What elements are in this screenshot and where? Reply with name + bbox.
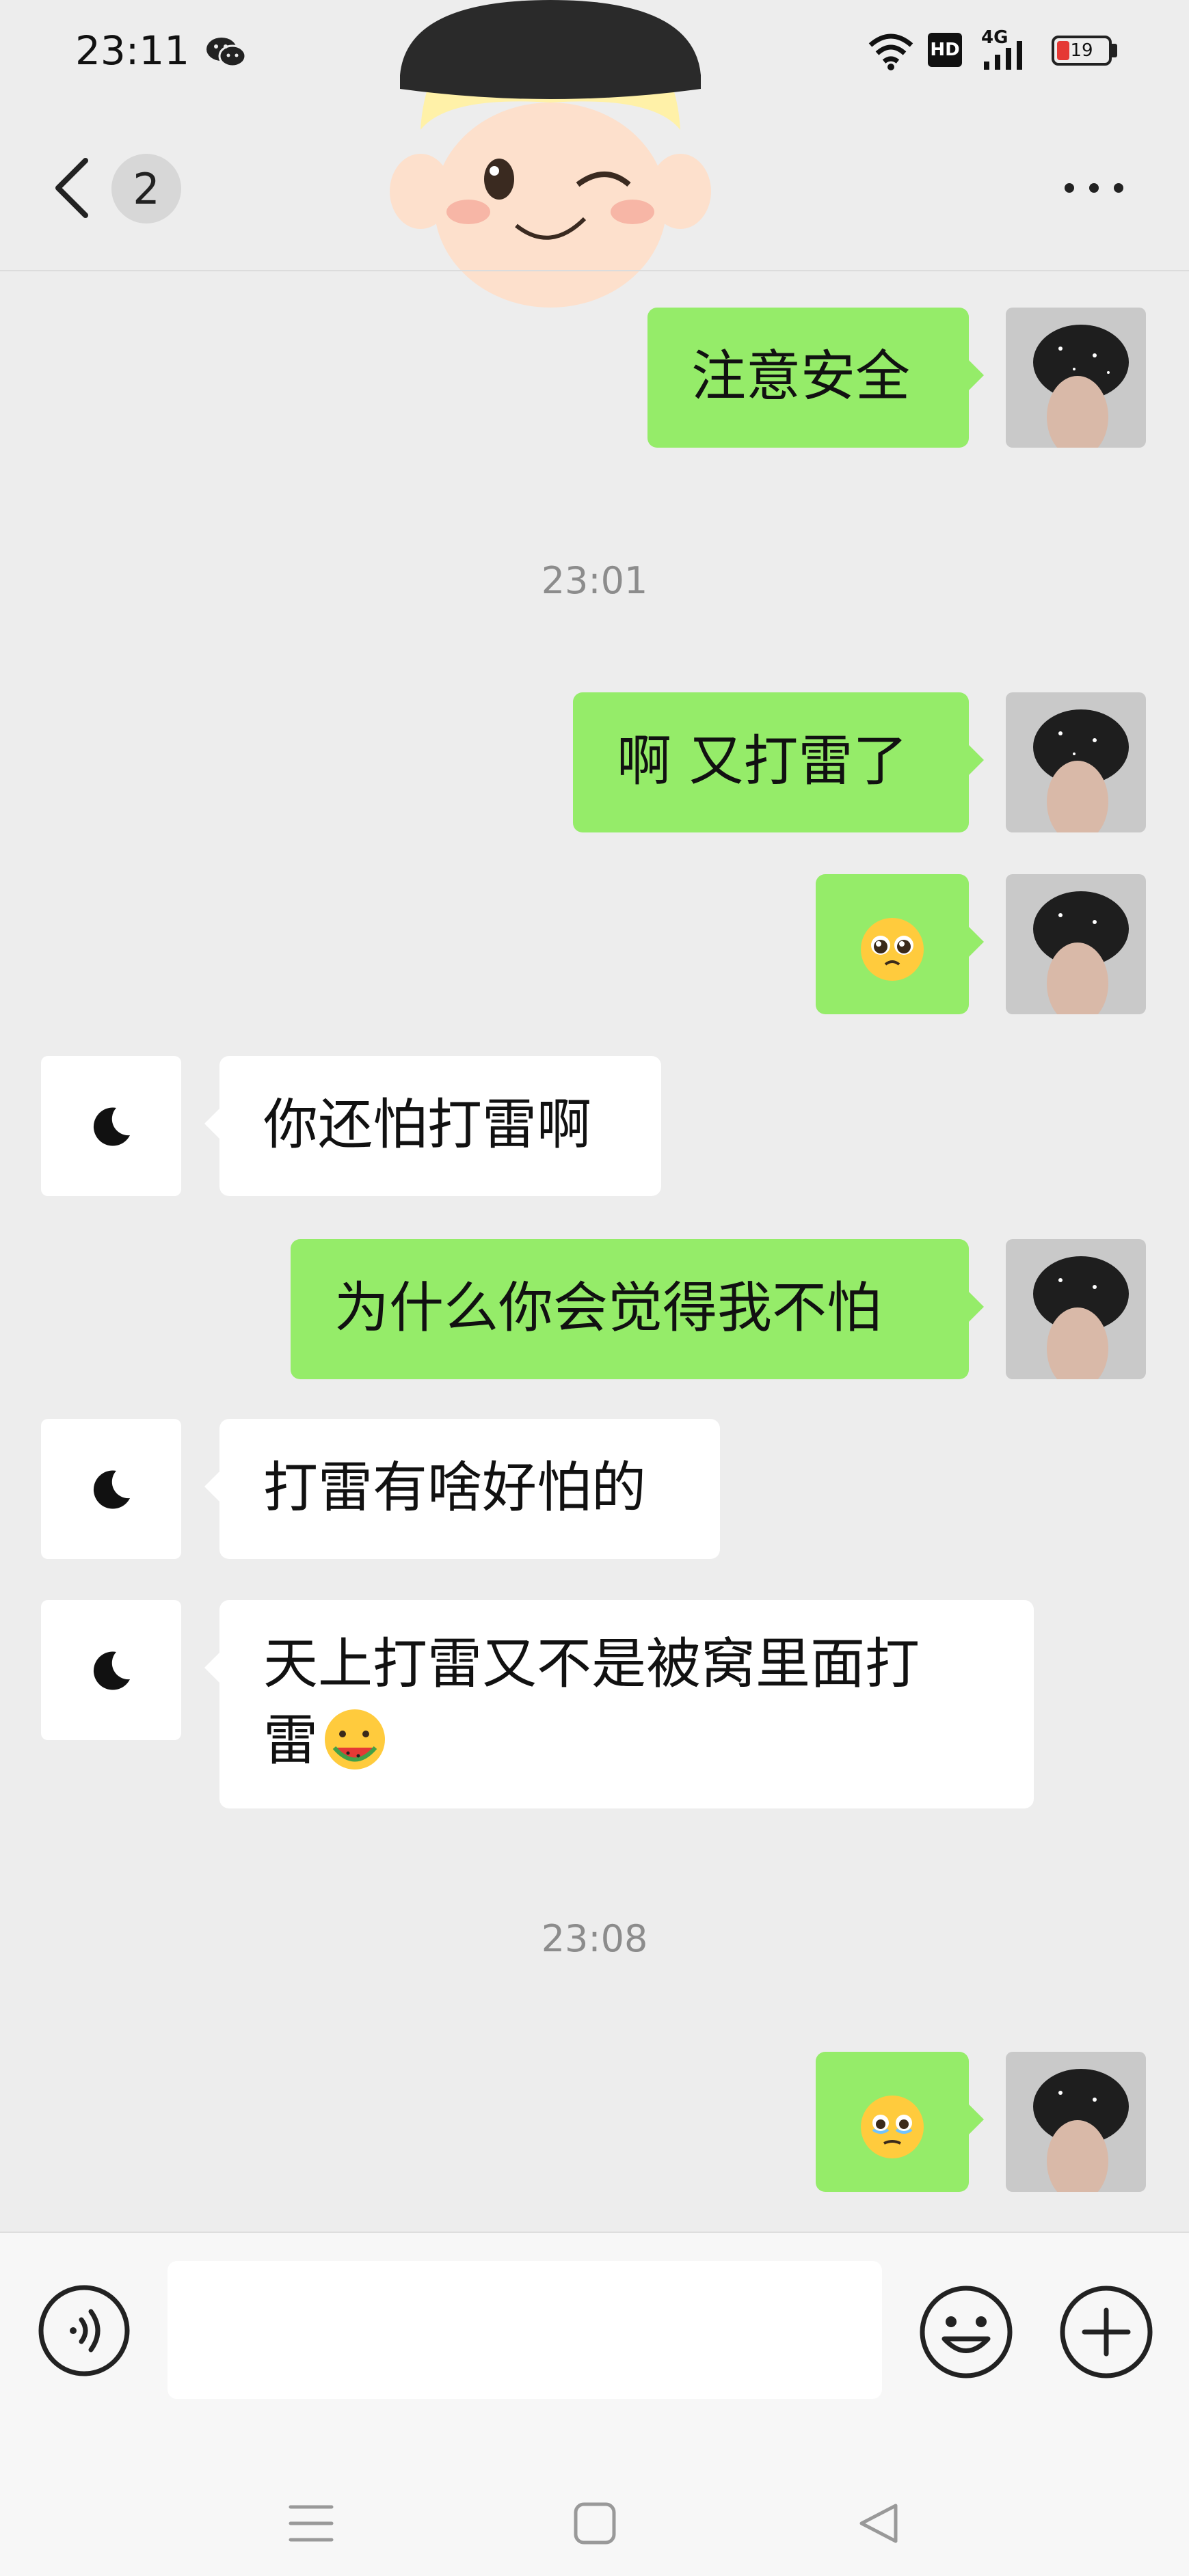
peer-avatar[interactable] xyxy=(41,1419,181,1559)
hd-badge: HD xyxy=(928,33,962,67)
message-text: 打雷有啥好怕的 xyxy=(263,1456,646,1519)
my-avatar[interactable] xyxy=(1006,692,1146,832)
timestamp: 23:08 xyxy=(541,1917,648,1960)
pleading-face-emoji xyxy=(861,918,924,981)
message-text: 啊 又打雷了 xyxy=(617,729,908,793)
status-time: 23:11 xyxy=(75,27,190,74)
peer-avatar[interactable] xyxy=(41,1600,181,1740)
home-nav-icon[interactable] xyxy=(573,2502,617,2545)
my-avatar[interactable] xyxy=(1006,2052,1146,2192)
back-button[interactable] xyxy=(48,154,96,222)
message-bubble-sent[interactable]: 啊 又打雷了 xyxy=(573,692,984,832)
header-divider xyxy=(0,270,1189,271)
wifi-icon xyxy=(868,33,913,70)
message-text: 注意安全 xyxy=(691,344,910,408)
message-text: 为什么你会觉得我不怕 xyxy=(334,1276,881,1340)
emoji-button[interactable] xyxy=(918,2284,1014,2380)
battery-icon: 19 xyxy=(1052,36,1112,66)
message-bubble-received[interactable]: 你还怕打雷啊 xyxy=(204,1056,661,1196)
more-functions-plus-button[interactable] xyxy=(1058,2284,1154,2380)
message-bubble-received[interactable]: 天上打雷又不是被窝里面打 雷 xyxy=(204,1600,1034,1808)
system-navigation-bar xyxy=(0,2447,1189,2575)
battery-level: 19 xyxy=(1070,40,1093,61)
eating-watermelon-face-emoji xyxy=(325,1709,385,1770)
back-nav-icon[interactable] xyxy=(856,2502,900,2545)
message-text-line: 天上打雷又不是被窝里面打 xyxy=(263,1632,920,1696)
wechat-icon xyxy=(206,38,247,68)
menu-nav-icon[interactable] xyxy=(287,2502,335,2545)
winking-boy-sticker xyxy=(390,0,711,308)
peer-avatar[interactable] xyxy=(41,1056,181,1196)
message-bubble-sent[interactable] xyxy=(816,874,984,1014)
moon-icon xyxy=(93,1107,130,1146)
my-avatar[interactable] xyxy=(1006,308,1146,448)
moon-icon xyxy=(93,1470,130,1509)
message-bubble-received[interactable]: 打雷有啥好怕的 xyxy=(204,1419,720,1559)
signal-icon xyxy=(984,41,1022,70)
timestamp: 23:01 xyxy=(541,559,648,602)
unread-count-badge[interactable]: 2 xyxy=(111,154,181,223)
battery-tip xyxy=(1112,44,1117,57)
message-text: 你还怕打雷啊 xyxy=(263,1093,591,1156)
message-bubble-sent[interactable] xyxy=(816,2052,984,2192)
message-input[interactable] xyxy=(168,2261,882,2399)
moon-icon xyxy=(93,1651,130,1690)
my-avatar[interactable] xyxy=(1006,874,1146,1014)
message-bubble-sent[interactable]: 为什么你会觉得我不怕 xyxy=(291,1239,984,1379)
more-options-button[interactable] xyxy=(1053,171,1135,205)
message-text-line: 雷 xyxy=(263,1709,318,1772)
more-dot xyxy=(1089,183,1099,193)
holding-back-tears-face-emoji xyxy=(861,2096,924,2158)
more-dot xyxy=(1065,183,1074,193)
voice-input-button[interactable] xyxy=(38,2284,131,2377)
my-avatar[interactable] xyxy=(1006,1239,1146,1379)
message-bubble-sent[interactable]: 注意安全 xyxy=(647,308,984,448)
more-dot xyxy=(1114,183,1123,193)
